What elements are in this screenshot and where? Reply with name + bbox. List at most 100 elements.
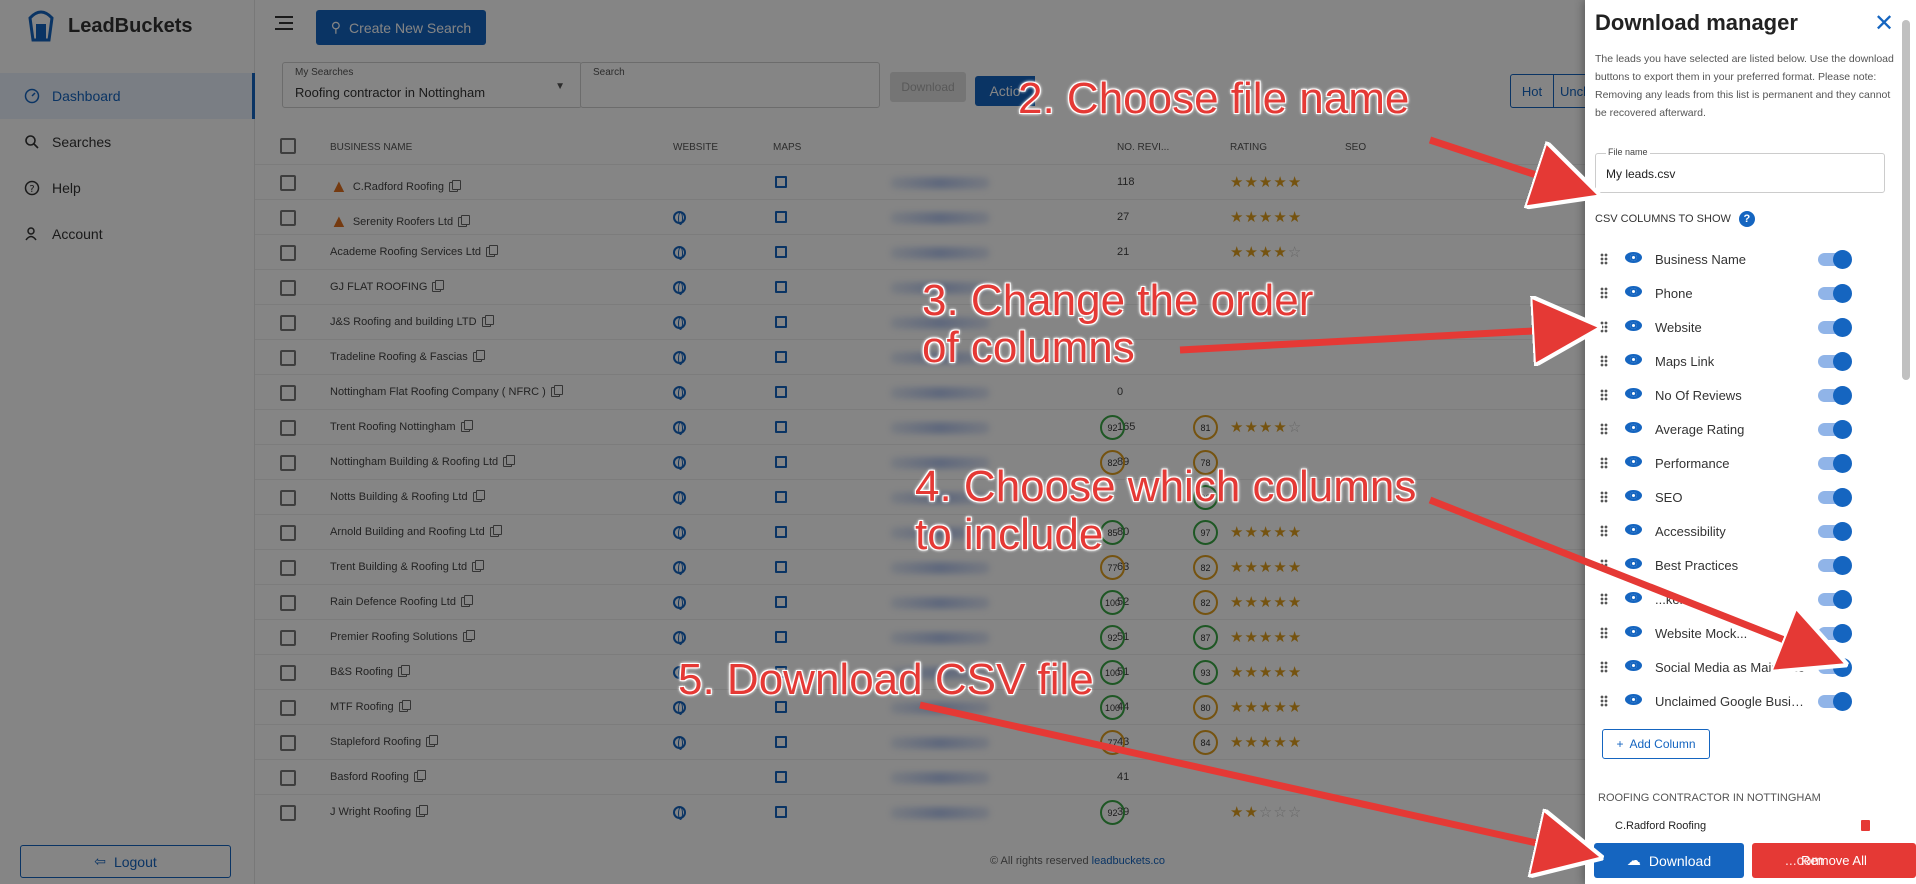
column-toggle[interactable]: [1818, 250, 1852, 269]
eye-icon[interactable]: [1625, 422, 1642, 433]
csv-column-label: Performance: [1655, 456, 1730, 471]
column-toggle[interactable]: [1818, 420, 1852, 439]
eye-icon[interactable]: [1625, 286, 1642, 297]
csv-column-item[interactable]: Maps Link: [1595, 344, 1885, 378]
column-toggle[interactable]: [1818, 658, 1852, 677]
file-name-input[interactable]: File name My leads.csv: [1595, 147, 1885, 193]
column-toggle[interactable]: [1818, 624, 1852, 643]
column-toggle[interactable]: [1818, 556, 1852, 575]
csv-column-label: Average Rating: [1655, 422, 1745, 437]
csv-column-item[interactable]: Average Rating: [1595, 412, 1885, 446]
csv-column-label: Best Practices: [1655, 558, 1739, 573]
csv-column-label: ...ken: [1655, 592, 1687, 607]
annotation-step5: 5. Download CSV file: [678, 655, 1095, 704]
drag-handle-icon[interactable]: [1600, 695, 1608, 707]
csv-column-item[interactable]: Phone: [1595, 276, 1885, 310]
drag-handle-icon[interactable]: [1600, 627, 1608, 639]
annotation-step2: 2. Choose file name: [1017, 74, 1410, 123]
csv-column-label: Website Mock...: [1655, 626, 1748, 641]
eye-icon[interactable]: [1625, 592, 1642, 603]
csv-column-item[interactable]: Business Name: [1595, 242, 1885, 276]
csv-column-item[interactable]: Unclaimed Google Business Profile: [1595, 684, 1885, 718]
annotation-step4-line1: 4. Choose which columns: [914, 462, 1417, 511]
column-toggle[interactable]: [1818, 284, 1852, 303]
column-toggle[interactable]: [1818, 488, 1852, 507]
csv-column-label: Phone: [1655, 286, 1693, 301]
drag-handle-icon[interactable]: [1600, 593, 1608, 605]
drag-handle-icon[interactable]: [1600, 321, 1608, 333]
column-toggle[interactable]: [1818, 352, 1852, 371]
csv-column-item[interactable]: SEO: [1595, 480, 1885, 514]
csv-column-label: No Of Reviews: [1655, 388, 1742, 403]
eye-icon[interactable]: [1625, 320, 1642, 331]
eye-icon[interactable]: [1625, 626, 1642, 637]
help-icon[interactable]: ?: [1738, 211, 1755, 227]
cloud-download-icon: ☁: [1626, 852, 1641, 868]
eye-icon[interactable]: [1625, 252, 1642, 263]
eye-icon[interactable]: [1625, 490, 1642, 501]
csv-column-item[interactable]: Social Media as Main Site: [1595, 650, 1885, 684]
eye-icon[interactable]: [1625, 694, 1642, 705]
eye-icon[interactable]: [1625, 524, 1642, 535]
modal-overlay[interactable]: [0, 0, 1585, 884]
csv-columns-heading: CSV COLUMNS TO SHOW ?: [1595, 211, 1755, 227]
drag-handle-icon[interactable]: [1600, 389, 1608, 401]
csv-column-label: Business Name: [1655, 252, 1747, 267]
csv-column-label: Social Media as Main Site: [1655, 660, 1805, 675]
eye-icon[interactable]: [1625, 660, 1642, 671]
csv-column-label: Accessibility: [1655, 524, 1726, 539]
eye-icon[interactable]: [1625, 456, 1642, 467]
drag-handle-icon[interactable]: [1600, 423, 1608, 435]
annotation-step3-line1: 3. Change the order: [921, 276, 1314, 325]
panel-description: The leads you have selected are listed b…: [1595, 53, 1894, 119]
column-toggle[interactable]: [1818, 454, 1852, 473]
plus-icon: +: [1616, 737, 1624, 751]
drag-handle-icon[interactable]: [1600, 491, 1608, 503]
column-toggle[interactable]: [1818, 386, 1852, 405]
csv-column-label: SEO: [1655, 490, 1683, 505]
lead-group-title: ROOFING CONTRACTOR IN NOTTINGHAM: [1598, 792, 1821, 804]
drag-handle-icon[interactable]: [1600, 287, 1608, 299]
annotation-step4-line2: to include: [914, 510, 1104, 559]
drag-handle-icon[interactable]: [1600, 661, 1608, 673]
download-button[interactable]: ☁ Download: [1594, 843, 1744, 878]
drag-handle-icon[interactable]: [1600, 457, 1608, 469]
drag-handle-icon[interactable]: [1600, 253, 1608, 265]
watermark: ...com: [1785, 852, 1824, 868]
column-toggle[interactable]: [1818, 522, 1852, 541]
download-label: Download: [1648, 852, 1712, 869]
download-manager-panel: Download manager ✕ The leads you have se…: [1585, 0, 1916, 884]
eye-icon[interactable]: [1625, 558, 1642, 569]
close-icon[interactable]: ✕: [1874, 12, 1894, 36]
add-column-button[interactable]: + Add Column: [1602, 729, 1710, 759]
csv-column-item[interactable]: Accessibility: [1595, 514, 1885, 548]
eye-icon[interactable]: [1625, 354, 1642, 365]
file-name-value: My leads.csv: [1606, 167, 1676, 181]
csv-column-item[interactable]: Website: [1595, 310, 1885, 344]
column-toggle[interactable]: [1818, 318, 1852, 337]
csv-column-item[interactable]: Performance: [1595, 446, 1885, 480]
file-name-label: File name: [1606, 147, 1650, 157]
add-column-label: Add Column: [1629, 737, 1696, 751]
csv-column-item[interactable]: Best Practices: [1595, 548, 1885, 582]
panel-title: Download manager: [1595, 10, 1798, 35]
app-root: LeadBuckets Dashboard Searches ? Help Ac…: [0, 0, 1916, 884]
annotation-step3-line2: of columns: [922, 323, 1136, 372]
csv-column-label: Unclaimed Google Business Profile: [1655, 694, 1810, 709]
trash-icon[interactable]: [1861, 820, 1870, 831]
drag-handle-icon[interactable]: [1600, 559, 1608, 571]
column-toggle[interactable]: [1818, 692, 1852, 711]
csv-columns-label: CSV COLUMNS TO SHOW: [1595, 213, 1731, 225]
drag-handle-icon[interactable]: [1600, 355, 1608, 367]
csv-column-item[interactable]: No Of Reviews: [1595, 378, 1885, 412]
csv-column-item[interactable]: ...ken: [1595, 582, 1885, 616]
csv-column-label: Website: [1655, 320, 1702, 335]
drag-handle-icon[interactable]: [1600, 525, 1608, 537]
selected-lead-name: C.Radford Roofing: [1615, 820, 1707, 832]
remove-all-button[interactable]: Remove All: [1752, 843, 1916, 878]
panel-scrollbar[interactable]: [1902, 20, 1910, 380]
csv-column-label: Maps Link: [1655, 354, 1715, 369]
eye-icon[interactable]: [1625, 388, 1642, 399]
csv-column-item[interactable]: Website Mock...: [1595, 616, 1885, 650]
column-toggle[interactable]: [1818, 590, 1852, 609]
